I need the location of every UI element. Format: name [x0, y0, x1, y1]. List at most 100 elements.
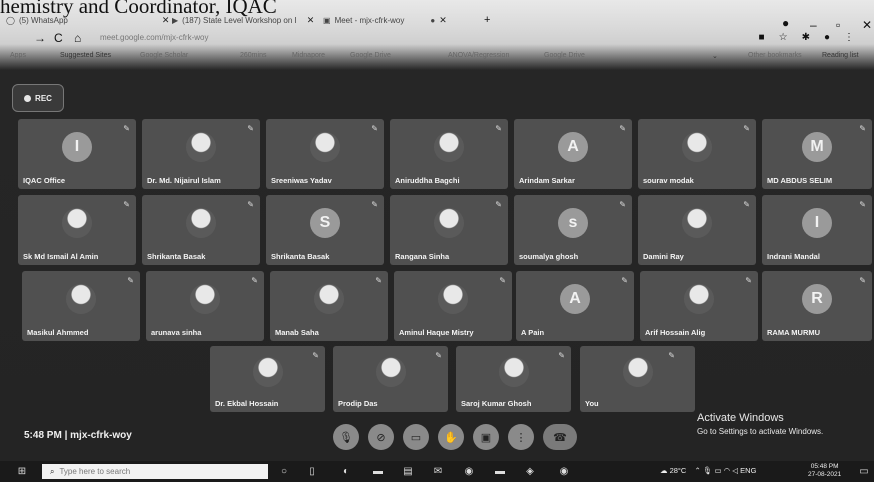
back-icon[interactable]: → [34, 31, 46, 45]
chrome-active-icon[interactable]: ◉ [558, 465, 570, 477]
participant-tile[interactable]: A ✎ Arindam Sarkar [514, 119, 632, 189]
muted-mic-icon: ✎ [859, 124, 866, 133]
cortana-icon[interactable]: ○ [278, 465, 290, 477]
bookmark-item[interactable]: Suggested Sites [60, 52, 111, 59]
windows-start-icon[interactable]: ⊞ [16, 465, 28, 477]
participant-tile[interactable]: I ✎ Indrani Mandal [762, 195, 872, 265]
participant-tile[interactable]: ✎ Masikul Ahmmed [22, 271, 140, 341]
extensions-icon[interactable]: ✱ [802, 32, 810, 43]
participant-photo-avatar [682, 208, 712, 238]
bookmark-item[interactable]: Google Drive [544, 52, 585, 59]
participant-tile[interactable]: ✎ Aniruddha Bagchi [390, 119, 508, 189]
mic-toggle-button[interactable]: 🎙 [333, 424, 359, 450]
participant-tile[interactable]: ✎ Saroj Kumar Ghosh [456, 346, 571, 412]
camera-toggle-button[interactable]: ⊘ [368, 424, 394, 450]
bookmark-item[interactable]: 260mins [240, 52, 266, 59]
other-bookmarks[interactable]: Other bookmarks [748, 52, 802, 59]
recording-label: REC [35, 93, 52, 103]
participant-tile[interactable]: I ✎ IQAC Office [18, 119, 136, 189]
bookmark-item[interactable]: Google Drive [350, 52, 391, 59]
language-indicator[interactable]: ENG [740, 466, 756, 475]
muted-mic-icon: ✎ [123, 200, 130, 209]
participant-tile[interactable]: ✎ Shrikanta Basak [142, 195, 260, 265]
participant-tile[interactable]: ✎ sourav modak [638, 119, 756, 189]
tray-chevron-icon[interactable]: ⌃ [694, 466, 700, 475]
participant-tile[interactable]: s ✎ soumalya ghosh [514, 195, 632, 265]
participant-tile[interactable]: ✎ Manab Saha [270, 271, 388, 341]
close-tab-icon[interactable]: ✕ [162, 15, 170, 26]
chrome-icon[interactable]: ◉ [463, 465, 475, 477]
reload-icon[interactable]: C [54, 31, 63, 45]
account-icon[interactable]: ● [782, 16, 789, 30]
edge-icon[interactable]: ◐ [340, 465, 352, 477]
muted-mic-icon: ✎ [743, 200, 750, 209]
tab-label: (5) WhatsApp [18, 15, 68, 25]
captions-button[interactable]: ▭ [403, 424, 429, 450]
tab-whatsapp[interactable]: ◯ (5) WhatsApp ✕ [6, 12, 169, 28]
participant-tile[interactable]: ✎ Dr. Ekbal Hossain [210, 346, 325, 412]
participant-name: Shrikanta Basak [271, 252, 330, 261]
participant-tile[interactable]: ✎ You [580, 346, 695, 412]
url-field[interactable]: meet.google.com/mjx-cfrk-woy [100, 33, 208, 42]
app-icon[interactable]: ▬ [372, 465, 384, 477]
participant-photo-avatar [434, 132, 464, 162]
reading-list[interactable]: Reading list [822, 52, 859, 59]
muted-mic-icon: ✎ [247, 200, 254, 209]
store-icon[interactable]: ▤ [402, 465, 414, 477]
tab-label: Meet - mjx-cfrk-woy [334, 15, 405, 25]
participant-photo-avatar [622, 357, 653, 388]
participant-tile[interactable]: A ✎ A Pain [516, 271, 634, 341]
participant-tile[interactable]: ✎ arunava sinha [146, 271, 264, 341]
bookmark-item[interactable]: Apps [10, 52, 26, 59]
notifications-icon[interactable]: ▭ [858, 465, 870, 477]
participant-photo-avatar [684, 284, 714, 314]
captions-icon: ▭ [410, 431, 422, 444]
participant-tile[interactable]: R ✎ RAMA MURMU [762, 271, 872, 341]
recording-badge: REC [12, 84, 64, 112]
raise-hand-button[interactable]: ✋ [438, 424, 464, 450]
tab-label: (187) State Level Workshop on I [182, 15, 297, 25]
mic-tray-icon: 🎙 [702, 466, 713, 475]
tab-youtube[interactable]: ▶ (187) State Level Workshop on I ✕ [172, 12, 314, 28]
present-button[interactable]: ▣ [473, 424, 499, 450]
more-options-button[interactable]: ⋮ [508, 424, 534, 450]
taskbar-search[interactable]: ⌕ Type here to search [42, 464, 268, 479]
home-icon[interactable]: ⌂ [74, 31, 81, 45]
app-icon[interactable]: ◈ [524, 465, 536, 477]
screenshot-page: hemistry and Coordinator, IQAC ◯ (5) Wha… [0, 0, 874, 482]
tab-meet[interactable]: ▣ Meet - mjx-cfrk-woy ● ✕ [323, 12, 447, 28]
participant-tile[interactable]: ✎ Arif Hossain Alig [640, 271, 758, 341]
bookmark-item[interactable]: Google Scholar [140, 52, 188, 59]
participant-tile[interactable]: ✎ Dr. Md. Nijairul Islam [142, 119, 260, 189]
muted-mic-icon: ✎ [619, 200, 626, 209]
star-icon[interactable]: ☆ [779, 32, 788, 43]
weather-icon: ☁ [660, 466, 668, 475]
app-icon[interactable]: ▬ [494, 465, 506, 477]
participant-tile[interactable]: ✎ Rangana Sinha [390, 195, 508, 265]
close-tab-icon[interactable]: ✕ [307, 15, 315, 26]
bookmarks-overflow-icon[interactable]: ⌄ [712, 52, 718, 60]
profile-icon[interactable]: ● [824, 32, 830, 43]
bookmark-item[interactable]: ANOVA/Regression [448, 52, 509, 59]
camera-permission-icon[interactable]: ■ [759, 32, 765, 43]
participant-name: arunava sinha [151, 328, 202, 337]
end-call-button[interactable]: ☎ [543, 424, 577, 450]
taskbar-clock[interactable]: 05:48 PM 27-08-2021 [808, 463, 841, 479]
close-tab-icon[interactable]: ✕ [439, 15, 447, 26]
participant-tile[interactable]: S ✎ Shrikanta Basak [266, 195, 384, 265]
participant-tile[interactable]: M ✎ MD ABDUS SELIM [762, 119, 872, 189]
participant-initial-avatar: R [802, 284, 832, 314]
participant-tile[interactable]: ✎ Damini Ray [638, 195, 756, 265]
task-view-icon[interactable]: ▯ [306, 465, 318, 477]
participant-tile[interactable]: ✎ Sk Md Ismail Al Amin [18, 195, 136, 265]
participant-tile[interactable]: ✎ Prodip Das [333, 346, 448, 412]
new-tab-button[interactable]: + [484, 12, 490, 28]
bookmark-item[interactable]: Midnapore [292, 52, 325, 59]
menu-icon[interactable]: ⋮ [844, 32, 854, 43]
participant-tile[interactable]: ✎ Sreeniwas Yadav [266, 119, 384, 189]
participant-name: Damini Ray [643, 252, 684, 261]
mail-icon[interactable]: ✉ [432, 465, 444, 477]
participant-tile[interactable]: ✎ Aminul Haque Mistry [394, 271, 512, 341]
participant-photo-avatar [314, 284, 344, 314]
participant-name: Dr. Ekbal Hossain [215, 399, 279, 408]
